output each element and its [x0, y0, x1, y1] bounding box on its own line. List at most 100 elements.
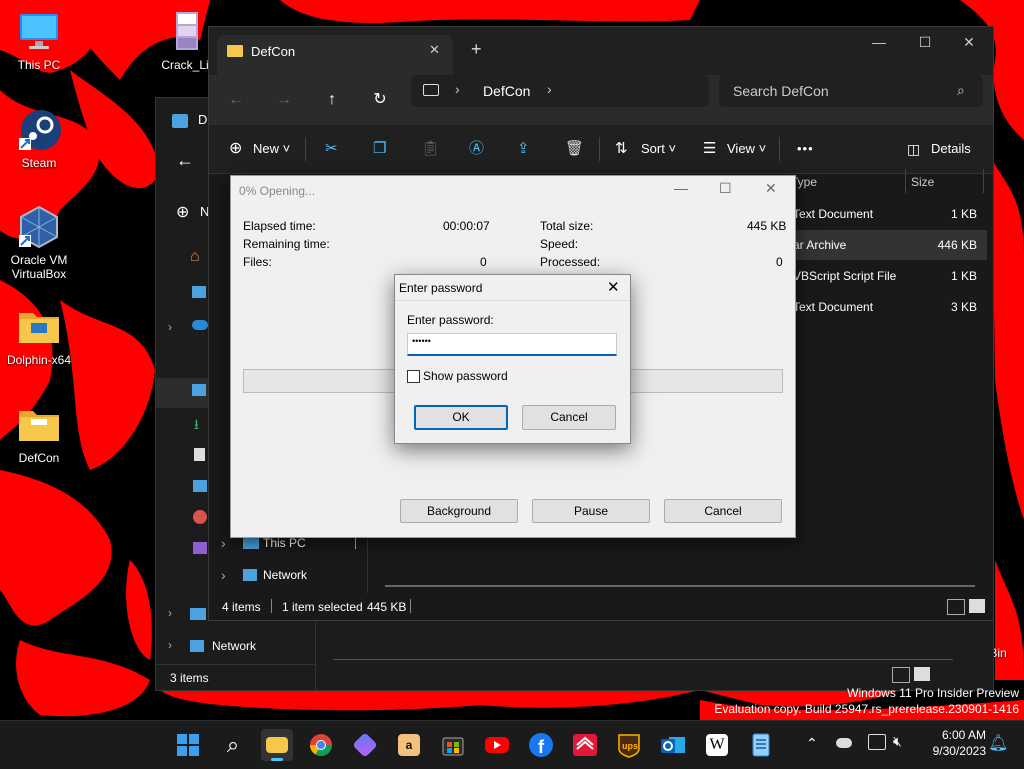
nav-network[interactable]: Network [263, 568, 307, 582]
copy-icon[interactable]: ❐ [373, 135, 386, 163]
download-icon[interactable]: ⭳ [194, 414, 199, 438]
close-tab-icon[interactable]: ✕ [429, 42, 440, 58]
scrollbar-track[interactable] [333, 659, 953, 660]
address-bar[interactable]: › DefCon › [411, 75, 709, 107]
table-row[interactable]: ar Archive 446 KB [783, 230, 987, 260]
search-icon[interactable]: ⌕ [217, 729, 249, 761]
nav-network-label[interactable]: Network [212, 639, 256, 653]
gallery-icon[interactable] [192, 286, 206, 298]
taskbar-outlook[interactable] [657, 729, 689, 761]
desktop-icon-virtualbox[interactable]: Oracle VM VirtualBox [1, 205, 77, 281]
chevron-right-icon[interactable]: › [221, 535, 226, 551]
forward-arrow-icon[interactable]: → [269, 85, 299, 115]
close-button[interactable]: ✕ [607, 278, 620, 296]
taskbar-file-explorer[interactable] [261, 729, 293, 761]
tab-defcon[interactable]: DefCon ✕ [217, 35, 453, 75]
table-row[interactable]: Text Document 1 KB [783, 199, 987, 229]
view-button[interactable]: View ˅ [727, 135, 766, 163]
desktop-folder-icon[interactable] [192, 384, 206, 396]
desktop-icon-defcon[interactable]: DefCon [1, 403, 77, 465]
videos-icon[interactable] [193, 542, 207, 554]
maximize-button[interactable]: ☐ [903, 27, 947, 57]
desktop-icon-this-pc[interactable]: This PC [1, 10, 77, 72]
new-icon[interactable]: ⊕ [229, 135, 242, 163]
chevron-right-icon[interactable]: › [168, 638, 172, 652]
desktop-icon-steam[interactable]: Steam [1, 108, 77, 170]
pictures-icon[interactable] [193, 480, 207, 492]
taskbar-bank-of-america[interactable] [569, 729, 601, 761]
sort-icon[interactable]: ⇅ [615, 135, 628, 163]
table-row[interactable]: VBScript Script File 1 KB [783, 261, 987, 291]
onedrive-icon[interactable] [192, 320, 208, 330]
music-icon[interactable] [193, 510, 207, 524]
details-pane-icon[interactable]: ◫ [907, 135, 920, 163]
details-button[interactable]: Details [931, 135, 971, 163]
search-icon[interactable]: ⌕ [957, 82, 965, 99]
cancel-button[interactable]: Cancel [664, 499, 782, 523]
tiles-view-icon[interactable] [914, 667, 930, 681]
home-icon[interactable]: ⌂ [190, 248, 200, 266]
close-window-button[interactable]: ✕ [947, 27, 991, 57]
start-button[interactable] [172, 729, 204, 761]
table-row[interactable]: Text Document 3 KB [783, 292, 987, 322]
minimize-button[interactable]: — [857, 27, 901, 57]
details-view-icon[interactable] [947, 599, 965, 615]
paste-icon[interactable]: 📋︎ [421, 135, 440, 163]
show-password-checkbox[interactable] [407, 370, 420, 383]
taskbar-notepad[interactable] [745, 729, 777, 761]
column-header-size[interactable]: Size [911, 175, 934, 189]
minimize-button[interactable]: — [674, 180, 688, 196]
back-arrow-icon[interactable]: ← [221, 85, 251, 115]
chevron-right-icon[interactable]: › [168, 320, 172, 334]
taskbar-ups[interactable]: ups [613, 729, 645, 761]
chevron-right-icon[interactable]: › [221, 567, 226, 583]
delete-icon[interactable]: 🗑︎ [565, 135, 584, 163]
network-status-icon[interactable] [868, 734, 886, 750]
taskbar-chrome[interactable] [305, 729, 337, 761]
nav-this-pc[interactable]: This PC [263, 536, 306, 550]
more-options-button[interactable]: ••• [797, 135, 814, 163]
enter-password-dialog[interactable]: Enter password ✕ Enter password: •••••• … [394, 274, 631, 444]
onedrive-status-icon[interactable] [836, 738, 852, 748]
taskbar-facebook[interactable]: f [525, 729, 557, 761]
taskbar-copilot[interactable] [349, 729, 381, 761]
maximize-button[interactable]: ☐ [719, 180, 732, 197]
chevron-right-icon[interactable]: › [547, 81, 552, 97]
new-tab-button[interactable]: + [471, 39, 482, 60]
volume-muted-icon[interactable]: 🔇︎ [893, 733, 902, 750]
this-pc-icon[interactable] [190, 608, 206, 620]
show-hidden-icons-chevron-icon[interactable]: ⌃ [806, 735, 818, 752]
taskbar-youtube[interactable] [481, 729, 513, 761]
this-pc-icon[interactable] [243, 537, 259, 549]
tiles-view-icon[interactable] [969, 599, 985, 613]
show-password-label[interactable]: Show password [423, 369, 508, 383]
taskbar-microsoft-store[interactable] [437, 729, 469, 761]
cancel-button[interactable]: Cancel [522, 405, 616, 430]
up-arrow-icon[interactable]: ↑ [317, 85, 347, 115]
clock[interactable]: 6:00 AM 9/30/2023 [916, 727, 986, 759]
chevron-right-icon[interactable]: › [455, 81, 460, 97]
view-icon[interactable]: ☰ [703, 135, 716, 163]
search-box[interactable]: Search DefCon ⌕ [719, 75, 983, 107]
desktop-icon-dolphin[interactable]: Dolphin-x64 [1, 305, 77, 367]
pause-button[interactable]: Pause [532, 499, 650, 523]
taskbar-amazon[interactable]: a [393, 729, 425, 761]
notification-bell-icon[interactable]: 🔔︎ [988, 733, 1008, 753]
back-arrow-icon[interactable]: ← [176, 150, 194, 171]
background-button[interactable]: Background [400, 499, 518, 523]
details-view-icon[interactable] [892, 667, 910, 683]
new-icon[interactable]: ⊕ [176, 202, 189, 222]
taskbar-wikipedia[interactable]: W [701, 729, 733, 761]
new-button[interactable]: New ˅ [253, 135, 290, 163]
chevron-right-icon[interactable]: › [168, 606, 172, 620]
rename-icon[interactable]: Ⓐ [469, 135, 484, 163]
horizontal-scrollbar[interactable] [385, 585, 975, 587]
breadcrumb-defcon[interactable]: DefCon [483, 83, 530, 99]
network-icon[interactable] [190, 640, 204, 652]
documents-icon[interactable] [194, 448, 205, 461]
search-input[interactable]: Search DefCon [733, 83, 829, 99]
cut-icon[interactable]: ✂ [325, 135, 338, 163]
ok-button[interactable]: OK [414, 405, 508, 430]
close-button[interactable]: ✕ [765, 180, 777, 197]
refresh-icon[interactable]: ↻ [365, 85, 395, 115]
